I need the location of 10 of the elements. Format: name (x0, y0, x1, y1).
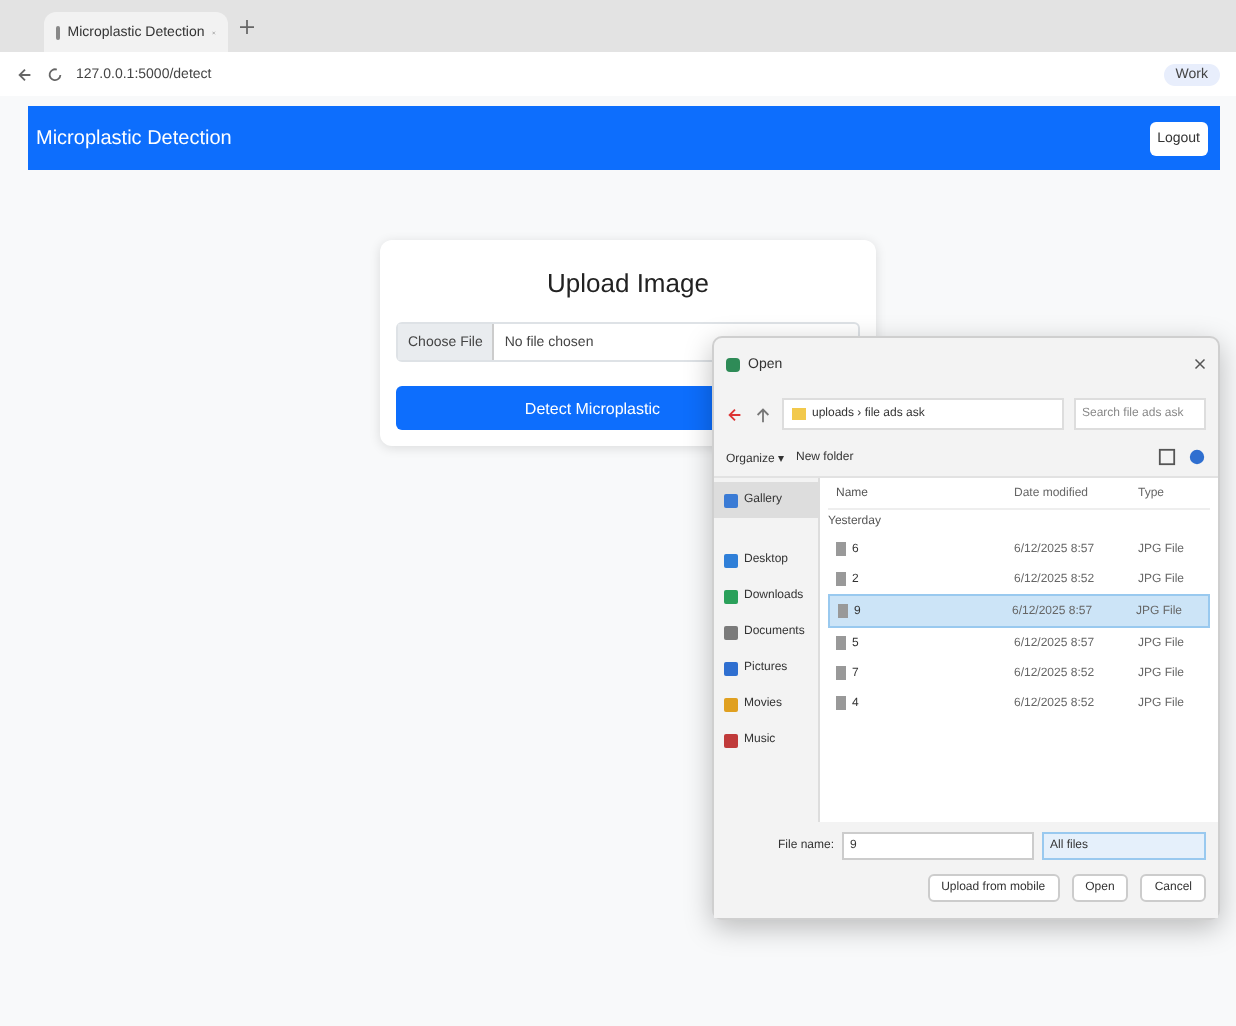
up-icon[interactable] (754, 405, 772, 423)
back-icon[interactable] (726, 405, 744, 423)
view-icon[interactable] (1158, 448, 1176, 466)
reload-icon[interactable] (46, 65, 64, 83)
back-icon[interactable] (16, 65, 34, 83)
close-icon[interactable] (1194, 358, 1206, 370)
new-tab-icon[interactable] (240, 19, 254, 33)
card-title: Upload Image (545, 268, 711, 298)
app-icon (726, 357, 740, 371)
brand-title[interactable]: Microplastic Detection (36, 127, 232, 149)
